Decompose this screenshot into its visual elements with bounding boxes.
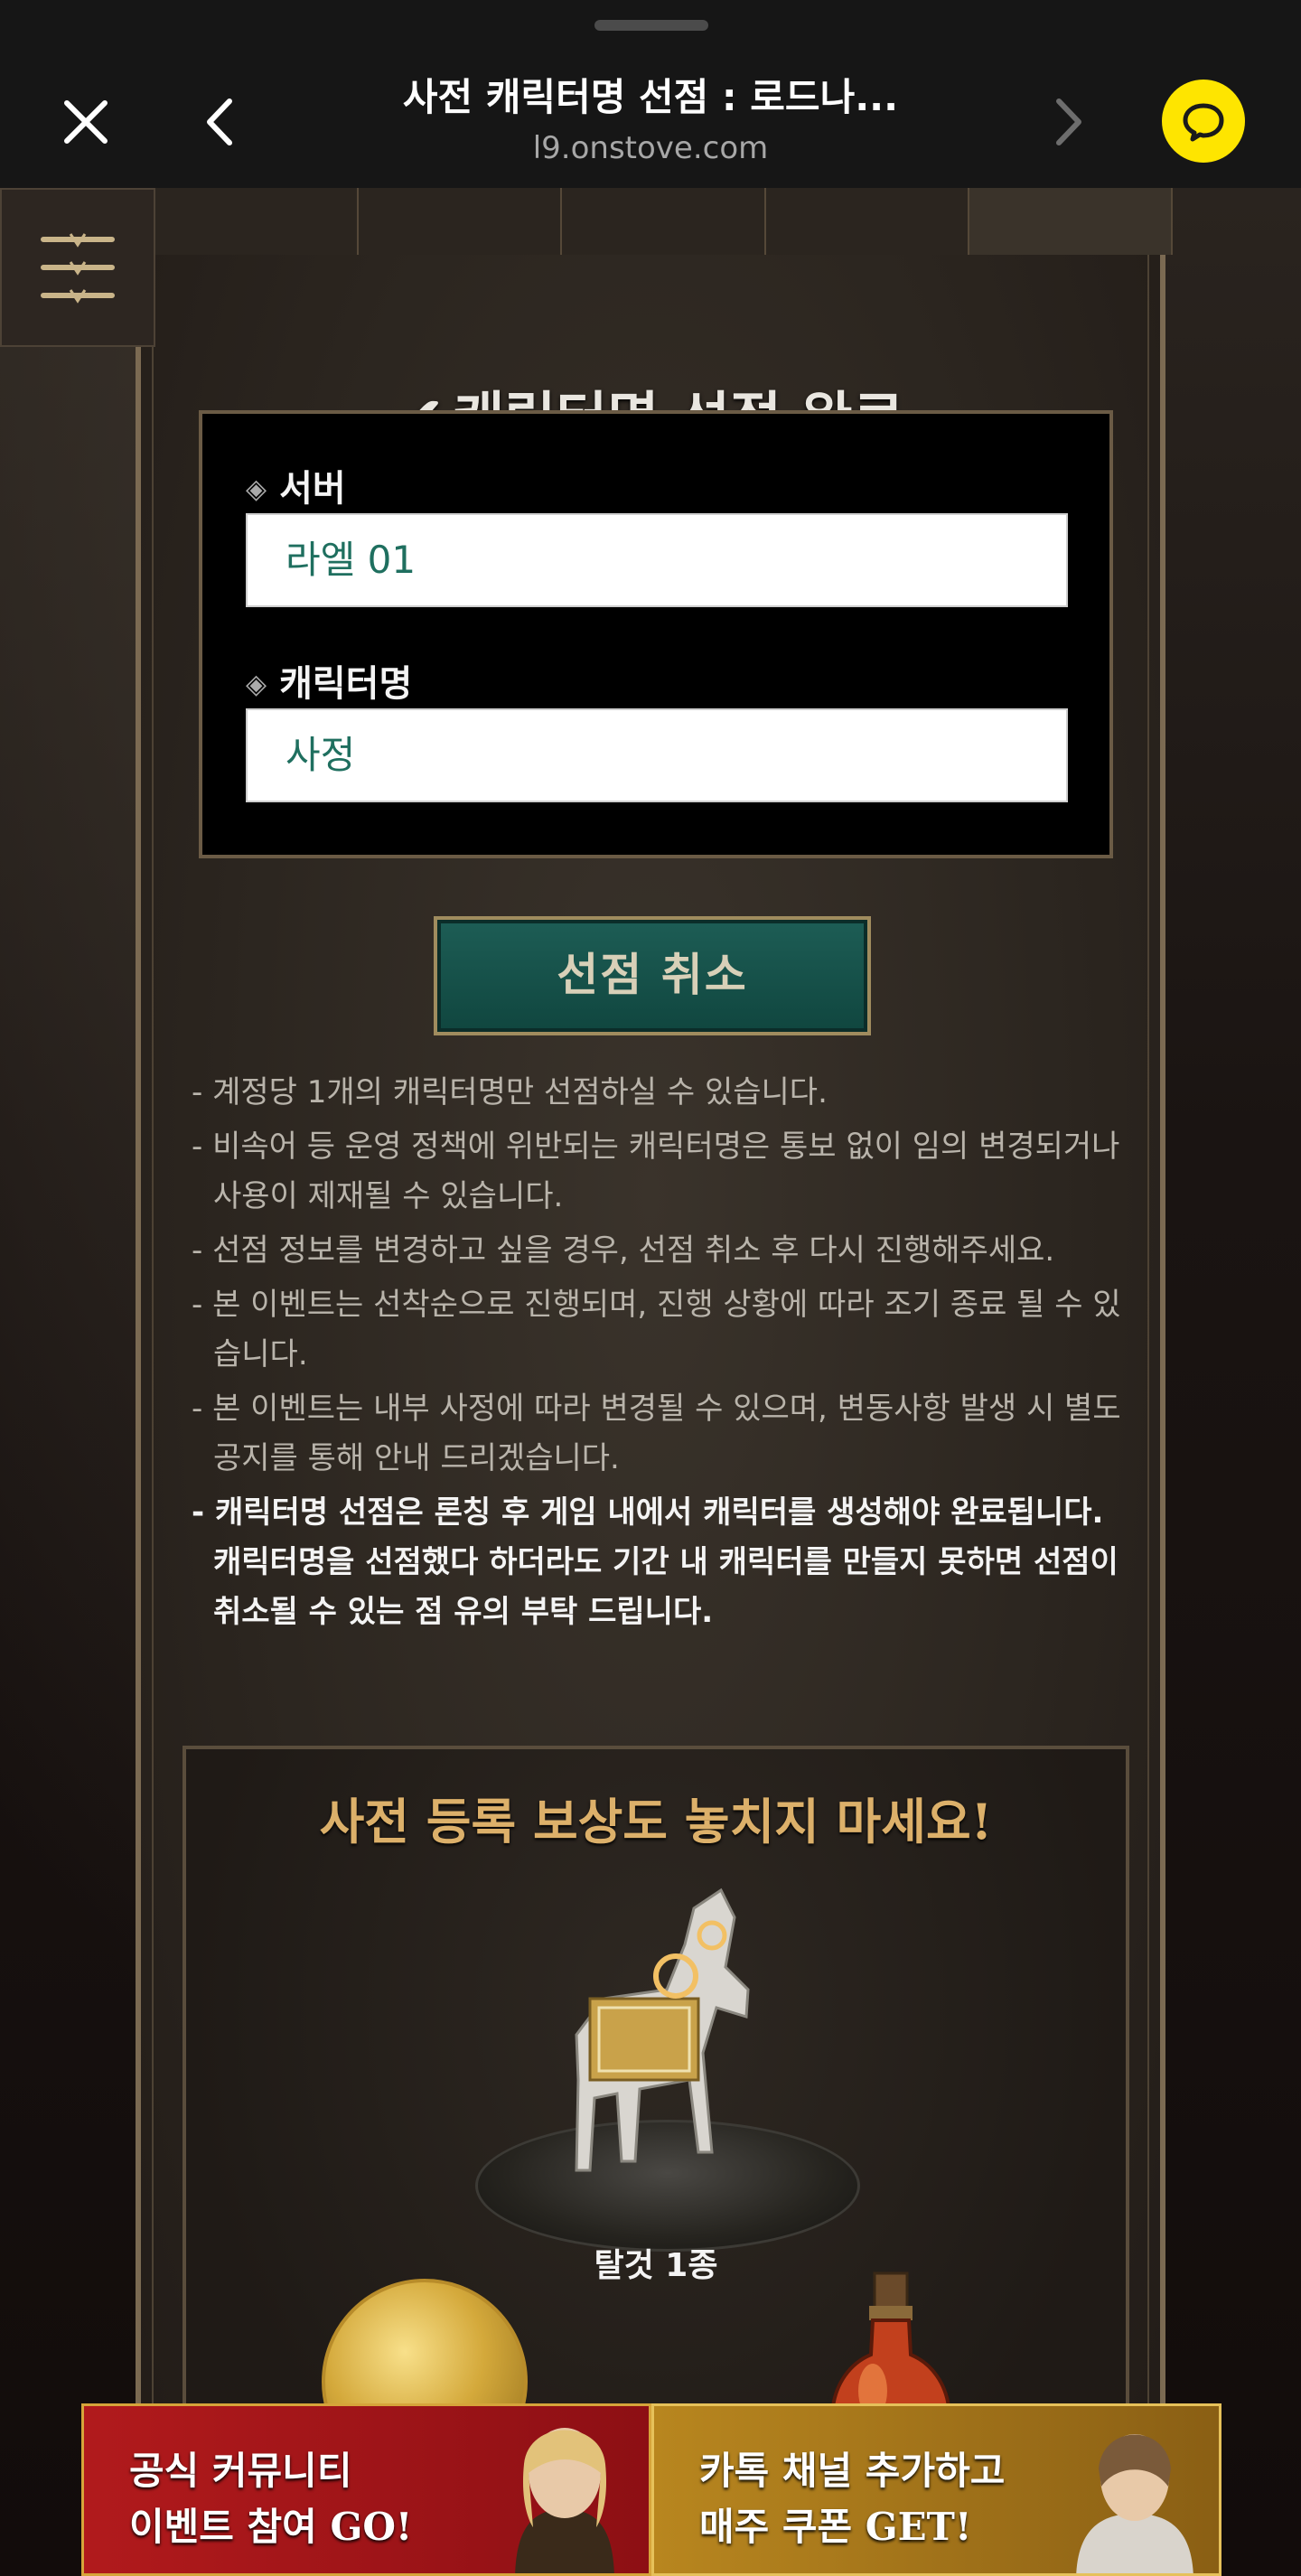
close-icon[interactable] (54, 90, 117, 154)
hamburger-menu-button[interactable] (0, 188, 155, 347)
character-portrait-image (1076, 2434, 1193, 2573)
event-tab[interactable] (562, 188, 766, 255)
cancel-reservation-button[interactable]: 선점 취소 (434, 916, 871, 1035)
event-page: ✔캐릭터명 선점 완료 ◈서버 라엘 01 ◈캐릭터명 사정 선점 취소 - 계… (0, 188, 1301, 2576)
event-tab[interactable] (969, 188, 1174, 255)
banner-line: 공식 커뮤니티 (129, 2449, 352, 2493)
kakao-channel-banner[interactable]: 카톡 채널 추가하고 매주 쿠폰 GET! (651, 2403, 1221, 2576)
bottom-banner-bar: 공식 커뮤니티 이벤트 참여 GO! 카톡 채널 추가하고 매주 쿠폰 GET! (81, 2403, 1221, 2576)
kakaotalk-button[interactable] (1162, 80, 1245, 163)
mount-reward-label: 탈것 1종 (594, 2247, 718, 2284)
notice-item: - 선점 정보를 변경하고 싶을 경우, 선점 취소 후 다시 진행해주세요. (192, 1232, 1055, 1269)
diamond-bullet-icon: ◈ (246, 669, 267, 700)
reward-title: 사전 등록 보상도 놓치지 마세요! (319, 1793, 993, 1850)
event-tab[interactable] (766, 188, 969, 255)
chevron-right-icon[interactable] (1035, 90, 1099, 154)
menu-icon (41, 233, 115, 304)
page-title: 사전 캐릭터명 선점 : 로드나... (402, 75, 899, 119)
notice-item: - 본 이벤트는 선착순으로 진행되며, 진행 상황에 따라 조기 종료 될 수… (192, 1287, 1121, 1372)
horse-mount-image (575, 1888, 750, 2172)
event-tab-strip (155, 188, 1174, 255)
browser-toolbar: 사전 캐릭터명 선점 : 로드나... l9.onstove.com (0, 0, 1301, 188)
server-field: 라엘 01 (246, 513, 1068, 607)
notice-item-important: - 캐릭터명 선점은 론칭 후 게임 내에서 캐릭터를 생성해야 완료됩니다. … (192, 1494, 1118, 1630)
banner-line: 이벤트 참여 GO! (129, 2505, 413, 2549)
notice-item: - 계정당 1개의 캐릭터명만 선점하실 수 있습니다. (192, 1074, 828, 1110)
event-tab[interactable] (359, 188, 563, 255)
reservation-info-box: ◈ 서버 라엘 01 ◈ 캐릭터명 사정 (199, 410, 1113, 858)
character-name-label: ◈ 캐릭터명 (246, 663, 413, 705)
banner-line: 매주 쿠폰 GET! (699, 2505, 972, 2549)
notice-item: - 본 이벤트는 내부 사정에 따라 변경될 수 있으며, 변동사항 발생 시 … (192, 1391, 1121, 1476)
character-portrait-image (515, 2428, 614, 2573)
kakaotalk-icon (1183, 103, 1224, 142)
sheet-grab-handle[interactable] (594, 20, 708, 31)
diamond-bullet-icon: ◈ (246, 473, 267, 505)
server-label: ◈ 서버 (246, 468, 346, 510)
event-tab[interactable] (155, 188, 360, 255)
character-name-field: 사정 (246, 708, 1068, 802)
notice-list: - 계정당 1개의 캐릭터명만 선점하실 수 있습니다. - 비속어 등 운영 … (192, 1068, 1131, 1642)
character-name-panel: ✔캐릭터명 선점 완료 ◈서버 라엘 01 ◈캐릭터명 사정 선점 취소 - 계… (136, 255, 1165, 2576)
banner-line: 카톡 채널 추가하고 (699, 2449, 1006, 2493)
notice-item: - 비속어 등 운영 정책에 위반되는 캐릭터명은 통보 없이 임의 변경되거나… (192, 1129, 1120, 1214)
page-url: l9.onstove.com (532, 130, 769, 166)
community-event-banner[interactable]: 공식 커뮤니티 이벤트 참여 GO! (81, 2403, 651, 2576)
chevron-left-icon[interactable] (190, 90, 253, 154)
